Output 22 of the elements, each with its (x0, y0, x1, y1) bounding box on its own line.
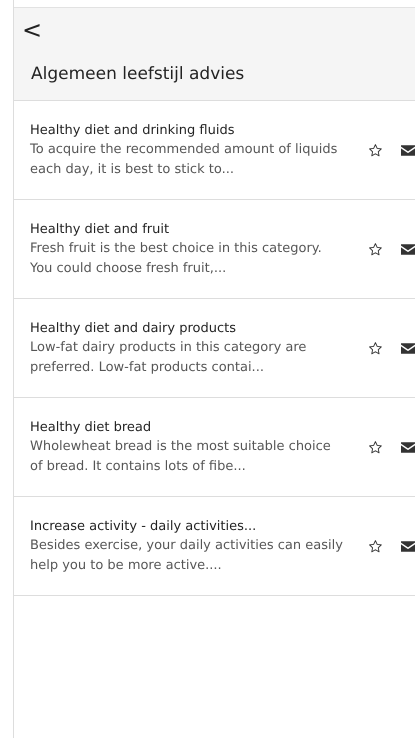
article-title[interactable]: Healthy diet bread (30, 418, 346, 436)
article-snippet: Fresh fruit is the best choice in this category. You could choose fresh fruit,... (30, 240, 323, 278)
envelope-icon[interactable] (401, 144, 415, 156)
envelope-icon[interactable] (401, 342, 415, 354)
envelope-icon[interactable] (401, 244, 415, 254)
article-snippet: Wholewheat bread is the most suitable choice of bread. It contains lots of fibe... (30, 438, 332, 476)
article-snippet: To acquire the recommended amount of liquids each day, it is best to stick to... (30, 140, 338, 178)
star-icon[interactable] (368, 538, 383, 554)
star-icon[interactable] (368, 440, 383, 454)
star-icon[interactable] (368, 340, 383, 356)
star-icon[interactable] (368, 242, 383, 256)
article-title[interactable]: Increase activity - daily activities... (30, 516, 346, 536)
article-title[interactable]: Healthy diet and dairy products (30, 318, 346, 338)
article-snippet: Besides exercise, your daily activities can easily help you to be more active.... (30, 536, 344, 574)
envelope-icon[interactable] (401, 540, 415, 552)
article-title[interactable]: Healthy diet and drinking fluids (30, 120, 346, 140)
article-snippet: Low-fat dairy products in this category are preferred. Low-fat products contai... (30, 338, 308, 376)
star-icon[interactable] (368, 142, 383, 158)
page-title: Algemeen leefstijl advies (31, 64, 246, 84)
back-button[interactable]: < (18, 16, 46, 44)
envelope-icon[interactable] (401, 442, 415, 452)
article-title[interactable]: Healthy diet and fruit (30, 220, 346, 238)
